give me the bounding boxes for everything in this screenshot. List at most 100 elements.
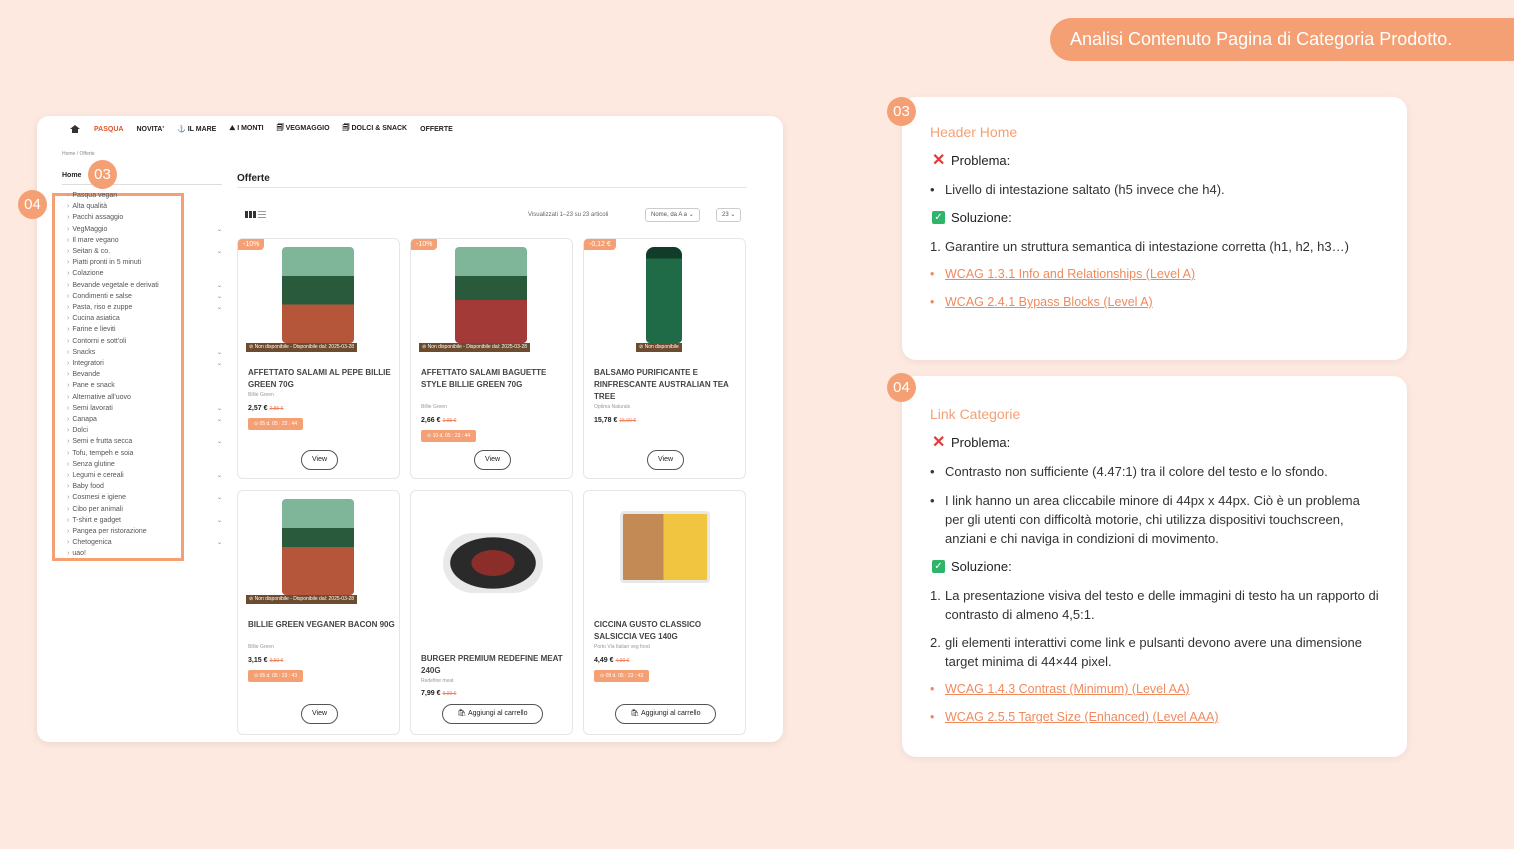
wcag-link[interactable]: WCAG 1.3.1 Info and Relationships (Level… <box>930 267 1195 281</box>
sidebar-category-link[interactable]: Dolci <box>67 427 88 434</box>
sort-select[interactable]: Nome, da A a ⌄ <box>645 208 700 222</box>
view-button[interactable]: View <box>301 704 338 724</box>
sidebar-category-link[interactable]: Condimenti e salse <box>67 293 132 300</box>
sidebar-category-link[interactable]: Snacks <box>67 349 95 356</box>
sidebar-category-link[interactable]: Cibo per animali <box>67 506 123 513</box>
nav-item-offerte[interactable]: OFFERTE <box>420 126 453 133</box>
sidebar-category-link[interactable]: Semi e frutta secca <box>67 438 132 445</box>
sidebar-category-link[interactable]: Cosmesi e igiene <box>67 494 126 501</box>
per-page-select[interactable]: 23 ⌄ <box>716 208 742 222</box>
chevron-down-icon[interactable]: ⌄ <box>217 416 222 423</box>
nav-item-pasqua[interactable]: PASQUA <box>94 126 123 133</box>
sidebar-category-link[interactable]: Farine e lieviti <box>67 326 115 333</box>
wcag-link[interactable]: WCAG 1.4.3 Contrast (Minimum) (Level AA) <box>930 682 1190 696</box>
chevron-down-icon[interactable]: ⌄ <box>217 282 222 289</box>
sidebar-category-link[interactable]: Contorni e sott'oli <box>67 338 126 345</box>
sidebar-category-link[interactable]: Chetogenica <box>67 539 111 546</box>
chevron-down-icon[interactable]: ⌄ <box>217 539 222 546</box>
sidebar-category-link[interactable]: Pangea per ristorazione <box>67 528 146 535</box>
product-name[interactable]: AFFETTATO SALAMI AL PEPE BILLIE GREEN 70… <box>248 367 398 391</box>
sidebar-category-link[interactable]: uao! <box>67 550 86 557</box>
sidebar-category-link[interactable]: Legumi e cereali <box>67 472 123 479</box>
problem-item: I link hanno un area cliccabile minore d… <box>930 491 1375 548</box>
product-brand: Optima Naturals <box>594 404 631 410</box>
sidebar-category-link[interactable]: Colazione <box>67 270 103 277</box>
grid-view-icon[interactable] <box>245 211 256 218</box>
chevron-down-icon[interactable]: ⌄ <box>217 248 222 255</box>
product-image[interactable] <box>282 247 354 343</box>
chevron-down-icon[interactable]: ⌄ <box>217 226 222 233</box>
home-icon[interactable] <box>70 125 80 133</box>
product-image[interactable] <box>646 247 682 343</box>
nav-item-vegmaggio[interactable]: 🗐 VEGMAGGIO <box>277 124 330 135</box>
product-name[interactable]: CICCINA GUSTO CLASSICO SALSICCIA VEG 140… <box>594 619 744 643</box>
sidebar-category-link[interactable]: Pane e snack <box>67 382 114 389</box>
sidebar-category-link[interactable]: Il mare vegano <box>67 237 118 244</box>
cross-icon: ✕ <box>932 434 946 451</box>
sidebar-category-link[interactable]: Baby food <box>67 483 104 490</box>
view-button[interactable]: View <box>647 450 684 470</box>
product-name[interactable]: BURGER PREMIUM REDEFINE MEAT 240G <box>421 653 571 677</box>
product-image[interactable] <box>443 533 543 593</box>
sidebar-category-link[interactable]: Bevande vegetale e derivati <box>67 282 158 289</box>
sidebar-category-link[interactable]: Pacchi assaggio <box>67 214 123 221</box>
nav-item-novita[interactable]: NOVITA' <box>136 126 164 133</box>
sidebar-category-link[interactable]: T-shirt e gadget <box>67 517 121 524</box>
chevron-down-icon[interactable]: ⌄ <box>217 293 222 300</box>
page-header-badge: Analisi Contenuto Pagina di Categoria Pr… <box>1050 18 1514 61</box>
sidebar-category-link[interactable]: Pasta, riso e zuppe <box>67 304 132 311</box>
product-price: 7,99 €9,99 € <box>421 690 456 697</box>
chevron-down-icon[interactable]: ⌄ <box>217 517 222 524</box>
sidebar-category-link[interactable]: Canapa <box>67 416 97 423</box>
add-to-cart-button[interactable]: 🛍 Aggiungi al carrello <box>442 704 543 724</box>
sidebar-category-link[interactable]: Alta qualità <box>67 203 107 210</box>
check-icon: ✓ <box>932 211 945 224</box>
product-image[interactable] <box>620 511 710 583</box>
chevron-down-icon[interactable]: ⌄ <box>217 349 222 356</box>
product-card[interactable]: -10% ⊘ Non disponibile - Disponibile dal… <box>237 238 400 479</box>
chevron-down-icon[interactable]: ⌄ <box>217 438 222 445</box>
nav-item-il-mare[interactable]: ⚓ IL MARE <box>177 125 216 133</box>
chevron-down-icon[interactable]: ⌄ <box>217 405 222 412</box>
sidebar-category-link[interactable]: Semi lavorati <box>67 405 112 412</box>
product-image[interactable] <box>282 499 354 595</box>
sidebar-category-link[interactable]: VegMaggio <box>67 226 107 233</box>
sidebar-category-link[interactable]: Piatti pronti in 5 minuti <box>67 259 141 266</box>
sidebar-category-link[interactable]: Cucina asiatica <box>67 315 119 322</box>
product-image[interactable] <box>455 247 527 343</box>
sidebar-category-link[interactable]: Bevande <box>67 371 100 378</box>
sidebar-category-link[interactable]: Tofu, tempeh e soia <box>67 450 133 457</box>
nav-item-i-monti[interactable]: ⛰ I MONTI <box>229 125 263 133</box>
product-card[interactable]: -10% ⊘ Non disponibile - Disponibile dal… <box>410 238 573 479</box>
sidebar-category-link[interactable]: Integratori <box>67 360 104 367</box>
chevron-down-icon[interactable]: ⌄ <box>217 472 222 479</box>
problem-label: Problema: <box>951 435 1011 450</box>
chevron-down-icon[interactable]: ⌄ <box>217 304 222 311</box>
product-name[interactable]: BALSAMO PURIFICANTE E RINFRESCANTE AUSTR… <box>594 367 744 403</box>
sidebar-category-link[interactable]: Senza glutine <box>67 461 114 468</box>
product-card[interactable]: ⊘ Non disponibile - Disponibile dal: 202… <box>237 490 400 735</box>
problem-label: Problema: <box>951 153 1011 168</box>
list-view-icon[interactable] <box>258 211 266 218</box>
product-card[interactable]: CICCINA GUSTO CLASSICO SALSICCIA VEG 140… <box>583 490 746 735</box>
sidebar-category-link[interactable]: Seitan & co. <box>67 248 110 255</box>
product-card[interactable]: BURGER PREMIUM REDEFINE MEAT 240G Redefi… <box>410 490 573 735</box>
product-card[interactable]: -0,12 € ⊘ Non disponibile BALSAMO PURIFI… <box>583 238 746 479</box>
issue-panel-link-categorie: Link Categorie ✕ Problema: Contrasto non … <box>902 376 1407 757</box>
breadcrumb[interactable]: Home / Offerte <box>62 151 95 157</box>
chevron-down-icon[interactable]: ⌄ <box>217 494 222 501</box>
add-to-cart-button[interactable]: 🛍 Aggiungi al carrello <box>615 704 716 724</box>
wcag-link[interactable]: WCAG 2.4.1 Bypass Blocks (Level A) <box>930 295 1153 309</box>
view-button[interactable]: View <box>474 450 511 470</box>
product-name[interactable]: AFFETTATO SALAMI BAGUETTE STYLE BILLIE G… <box>421 367 571 391</box>
sidebar-category-link[interactable]: Alternative all'uovo <box>67 394 131 401</box>
problem-item: Livello di intestazione saltato (h5 inve… <box>930 180 1375 199</box>
current-price: 4,49 € <box>594 657 614 664</box>
sidebar-category-link[interactable]: Pasqua vegan <box>67 192 117 199</box>
nav-item-dolci-snack[interactable]: 🗐 DOLCI & SNACK <box>343 124 408 135</box>
product-name[interactable]: BILLIE GREEN VEGANER BACON 90G <box>248 619 398 631</box>
wcag-link[interactable]: WCAG 2.5.5 Target Size (Enhanced) (Level… <box>930 710 1219 724</box>
chevron-down-icon[interactable]: ⌄ <box>217 360 222 367</box>
solution-heading: ✓ Soluzione: <box>932 559 1012 574</box>
view-button[interactable]: View <box>301 450 338 470</box>
